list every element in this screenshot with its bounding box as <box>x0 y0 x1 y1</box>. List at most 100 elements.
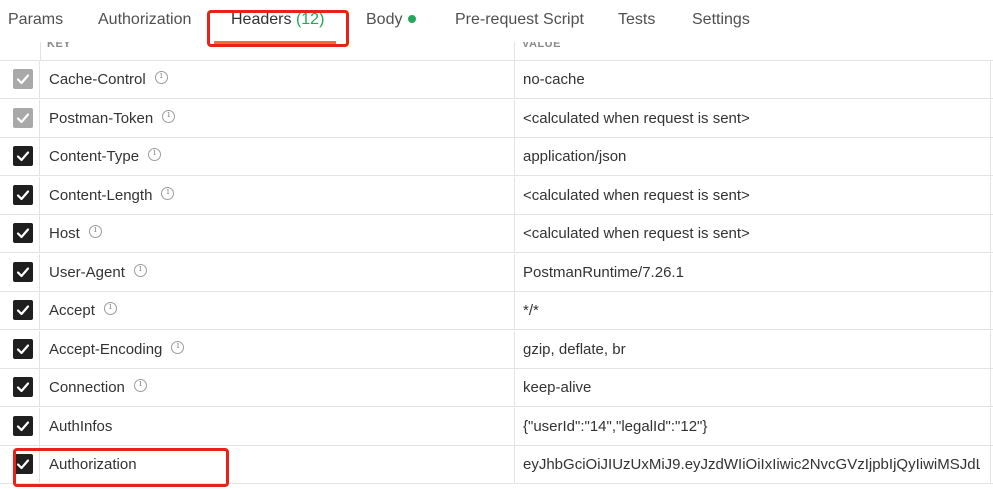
header-key-text: AuthInfos <box>49 417 113 435</box>
tab-settings-label: Settings <box>692 11 750 28</box>
tab-params[interactable]: Params <box>8 11 63 29</box>
tab-params-label: Params <box>8 11 64 28</box>
table-row: AuthInfos {"userId":"14","legalId":"12"} <box>0 407 993 446</box>
header-key[interactable]: Accept <box>49 302 117 319</box>
tab-tests-label: Tests <box>618 11 656 28</box>
header-key[interactable]: Content-Length <box>49 186 175 204</box>
body-indicator-dot <box>408 15 417 23</box>
checkmark-icon <box>16 305 30 316</box>
table-row: Content-Length <calculated when request i… <box>0 176 993 215</box>
header-key[interactable]: Content-Type <box>49 148 162 165</box>
enable-checkbox[interactable] <box>13 415 33 436</box>
header-value[interactable]: gzip, deflate, br <box>523 341 980 358</box>
tab-authorization-label: Authorization <box>98 11 192 28</box>
tab-headers[interactable]: Headers (12) <box>231 11 324 29</box>
checkmark-icon <box>16 459 30 470</box>
tab-pre-request-script[interactable]: Pre-request Script <box>455 11 584 29</box>
header-key-text: Authorization <box>49 456 137 473</box>
header-value[interactable]: <calculated when request is sent> <box>523 225 980 242</box>
checkmark-icon <box>16 228 30 239</box>
table-row: User-Agent PostmanRuntime/7.26.1 <box>0 253 993 292</box>
checkmark-icon <box>16 151 30 162</box>
table-row: Accept */* <box>0 292 993 330</box>
info-icon[interactable] <box>133 379 147 392</box>
tab-tests[interactable]: Tests <box>618 11 655 29</box>
header-key[interactable]: User-Agent <box>49 263 147 281</box>
header-key[interactable]: Authorization <box>49 456 137 473</box>
checkbox-cell <box>0 407 40 445</box>
info-icon[interactable] <box>148 148 162 161</box>
table-row: Authorization eyJhbGciOiJIUzUxMiJ9.eyJzdW… <box>0 446 993 484</box>
header-value[interactable]: eyJhbGciOiJIUzUxMiJ9.eyJzdWIiOiIxIiwic2N… <box>523 456 980 473</box>
table-row: Cache-Control no-cache <box>0 61 993 99</box>
info-icon[interactable] <box>133 263 147 277</box>
header-value[interactable]: no-cache <box>523 71 980 88</box>
header-value[interactable]: application/json <box>523 148 980 165</box>
checkmark-icon <box>16 74 30 85</box>
checkmark-icon <box>16 189 30 200</box>
enable-checkbox[interactable] <box>13 300 33 320</box>
header-key[interactable]: Postman-Token <box>49 109 176 127</box>
checkbox-cell <box>0 253 40 291</box>
header-value[interactable]: {"userId":"14","legalId":"12"} <box>523 418 980 435</box>
table-row: Accept-Encoding gzip, deflate, br <box>0 330 993 369</box>
header-value[interactable]: PostmanRuntime/7.26.1 <box>523 264 980 281</box>
header-key[interactable]: Connection <box>49 379 147 396</box>
tab-authorization[interactable]: Authorization <box>98 11 191 29</box>
header-key-text: Content-Type <box>49 148 140 165</box>
table-header: KEY VALUE <box>0 42 993 61</box>
header-value[interactable]: keep-alive <box>523 379 980 396</box>
checkbox-cell <box>0 99 40 137</box>
enable-checkbox[interactable] <box>13 377 33 397</box>
enable-checkbox <box>13 107 33 128</box>
header-key-text: Host <box>49 225 80 242</box>
enable-checkbox[interactable] <box>13 261 33 282</box>
enable-checkbox[interactable] <box>13 184 33 205</box>
info-icon[interactable] <box>161 186 175 200</box>
header-key[interactable]: Accept-Encoding <box>49 340 185 358</box>
checkbox-cell <box>0 61 40 98</box>
key-column-header: KEY <box>47 42 72 50</box>
header-key-text: Accept <box>49 302 95 319</box>
checkmark-icon <box>16 382 30 393</box>
checkbox-cell <box>0 369 40 406</box>
checkbox-cell <box>0 330 40 368</box>
checkmark-icon <box>16 266 30 277</box>
info-icon[interactable] <box>171 340 185 354</box>
info-icon[interactable] <box>88 225 102 238</box>
header-key-text: Postman-Token <box>49 109 154 127</box>
table-row: Connection keep-alive <box>0 369 993 407</box>
enable-checkbox[interactable] <box>13 223 33 243</box>
enable-checkbox[interactable] <box>13 146 33 166</box>
info-icon[interactable] <box>154 71 168 84</box>
tab-headers-label: Headers <box>231 11 292 28</box>
header-key[interactable]: AuthInfos <box>49 418 112 435</box>
request-tabs: Params Authorization Headers (12) Body P… <box>0 0 993 44</box>
table-row: Postman-Token <calculated when request is… <box>0 99 993 138</box>
checkbox-cell <box>0 176 40 214</box>
header-key[interactable]: Cache-Control <box>49 71 168 88</box>
enable-checkbox[interactable] <box>13 338 33 359</box>
header-value[interactable]: <calculated when request is sent> <box>523 187 980 204</box>
tab-body-label: Body <box>366 11 403 28</box>
header-key-text: Accept-Encoding <box>49 340 163 358</box>
enable-checkbox[interactable] <box>13 454 33 474</box>
header-value[interactable]: <calculated when request is sent> <box>523 110 980 127</box>
tab-body[interactable]: Body <box>366 11 417 29</box>
checkbox-cell <box>0 138 40 175</box>
table-row: Content-Type application/json <box>0 138 993 176</box>
value-column-header: VALUE <box>522 42 561 50</box>
header-key[interactable]: Host <box>49 225 102 242</box>
header-value[interactable]: */* <box>523 302 980 319</box>
info-icon[interactable] <box>162 109 176 123</box>
checkmark-icon <box>16 343 30 354</box>
checkbox-cell <box>0 215 40 252</box>
header-key-text: Connection <box>49 379 125 396</box>
header-key-text: User-Agent <box>49 263 125 281</box>
enable-checkbox <box>13 69 33 89</box>
checkmark-icon <box>16 420 30 431</box>
checkbox-cell <box>0 446 40 483</box>
info-icon[interactable] <box>103 302 117 315</box>
tab-settings[interactable]: Settings <box>692 11 750 29</box>
checkbox-cell <box>0 292 40 329</box>
